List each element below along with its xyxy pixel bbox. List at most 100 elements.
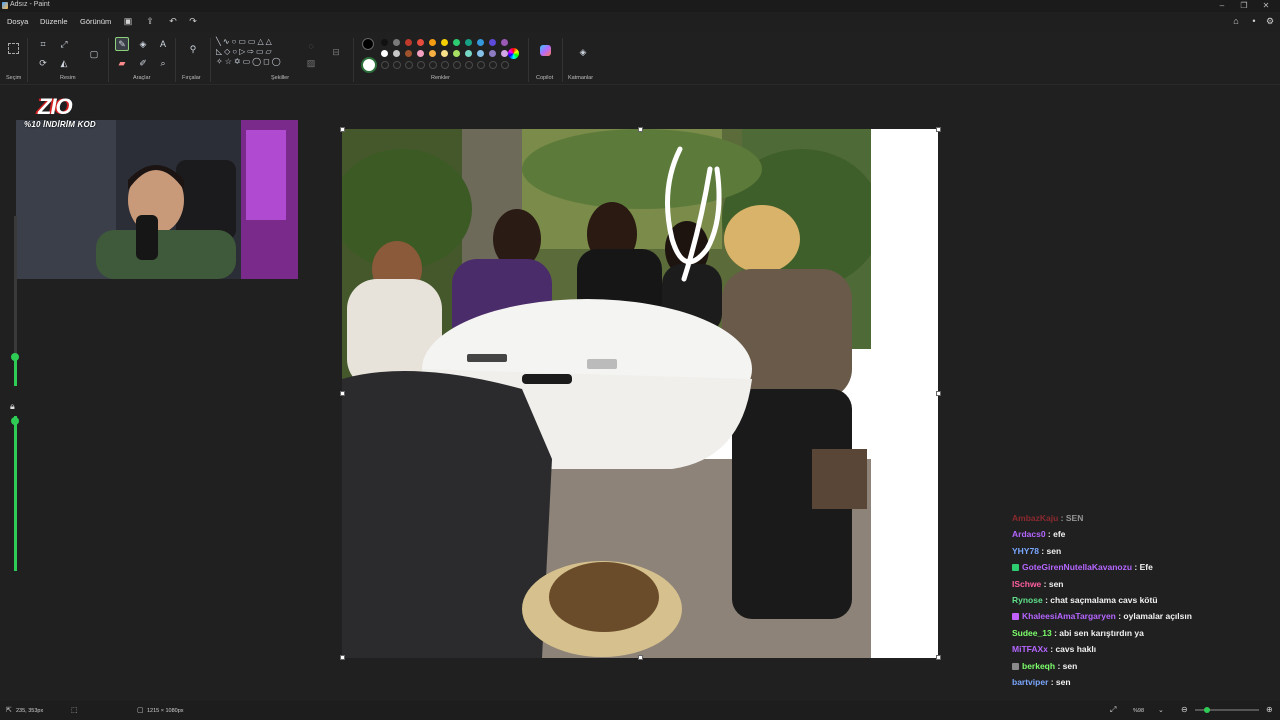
layers-icon[interactable]: ◈	[577, 46, 589, 58]
color-swatch[interactable]	[441, 39, 448, 46]
pencil-icon[interactable]: ✎	[115, 37, 129, 51]
level-slider[interactable]	[14, 416, 17, 571]
account-icon[interactable]: •	[1248, 16, 1260, 26]
custom-color-slot[interactable]	[429, 61, 437, 69]
chat-username[interactable]: Rynose	[1012, 595, 1043, 605]
color-swatch[interactable]	[381, 39, 388, 46]
fill-icon[interactable]: ◈	[137, 38, 149, 50]
pasted-photo[interactable]	[342, 129, 871, 658]
custom-color-slot[interactable]	[393, 61, 401, 69]
chat-username[interactable]: ISchwe	[1012, 579, 1041, 589]
fit-to-window-icon[interactable]: ⤢	[1110, 705, 1116, 715]
custom-color-slot[interactable]	[441, 61, 449, 69]
color-swatch[interactable]	[441, 50, 448, 57]
color-swatch[interactable]	[489, 39, 496, 46]
feedback-icon[interactable]: ⌂	[1230, 16, 1242, 26]
resize-handle[interactable]	[936, 127, 941, 132]
custom-color-slot[interactable]	[405, 61, 413, 69]
resize-icon[interactable]: ⤢	[58, 38, 70, 50]
color-swatch[interactable]	[453, 50, 460, 57]
crop-icon[interactable]: ⌗	[37, 38, 49, 50]
shape-fill-icon[interactable]: ▨	[305, 57, 317, 69]
primary-color-swatch[interactable]	[362, 38, 374, 50]
maximize-icon[interactable]: ❐	[1234, 0, 1254, 12]
resize-handle[interactable]	[638, 655, 643, 660]
color-swatch[interactable]	[501, 50, 508, 57]
minimize-icon[interactable]: –	[1212, 0, 1232, 12]
color-swatch[interactable]	[393, 39, 400, 46]
zoom-in-icon[interactable]: ⊕	[1266, 705, 1273, 714]
brush-icon[interactable]: ⚲	[187, 43, 199, 55]
selection-icon[interactable]	[8, 43, 19, 54]
custom-color-slot[interactable]	[477, 61, 485, 69]
image-select-icon[interactable]: ▢	[88, 48, 100, 60]
volume-slider-knob[interactable]	[11, 353, 19, 361]
chat-username[interactable]: berkeqh	[1022, 661, 1055, 671]
color-swatch[interactable]	[501, 39, 508, 46]
close-icon[interactable]: ✕	[1256, 0, 1276, 12]
custom-color-slot[interactable]	[489, 61, 497, 69]
custom-color-slot[interactable]	[501, 61, 509, 69]
secondary-color-swatch[interactable]	[361, 57, 377, 73]
chat-username[interactable]: Ardacs0	[1012, 529, 1046, 539]
color-swatch[interactable]	[429, 39, 436, 46]
custom-color-slot[interactable]	[453, 61, 461, 69]
eraser-icon[interactable]: ▰	[116, 57, 128, 69]
color-swatch[interactable]	[465, 39, 472, 46]
resize-handle[interactable]	[936, 391, 941, 396]
edit-colors-icon[interactable]	[508, 48, 519, 59]
shapes-gallery[interactable]: ╲∿○▭▭△△ ◺◇○▷⇨▭▱ ✧☆✡▭◯◻◯	[216, 37, 296, 77]
rotate-icon[interactable]: ⟳	[37, 57, 49, 69]
resize-handle[interactable]	[638, 127, 643, 132]
zoom-slider-knob[interactable]	[1204, 707, 1210, 713]
magnifier-icon[interactable]: ⌕	[157, 57, 169, 69]
custom-color-slot[interactable]	[381, 61, 389, 69]
resize-handle[interactable]	[936, 655, 941, 660]
flip-icon[interactable]: ◭	[58, 57, 70, 69]
outline-icon[interactable]: ◌	[305, 40, 317, 52]
text-icon[interactable]: A	[157, 38, 169, 50]
color-swatch[interactable]	[393, 50, 400, 57]
chat-username[interactable]: AmbazKaju	[1012, 513, 1058, 523]
color-swatch[interactable]	[489, 50, 496, 57]
zoom-level[interactable]: %98	[1133, 708, 1144, 714]
resize-handle[interactable]	[340, 391, 345, 396]
menu-view[interactable]: Görünüm	[80, 17, 111, 26]
custom-color-slot[interactable]	[465, 61, 473, 69]
menu-file[interactable]: Dosya	[7, 17, 28, 26]
zoom-out-icon[interactable]: ⊖	[1181, 705, 1188, 714]
shape-size-icon[interactable]: ⊟	[330, 46, 342, 58]
color-swatch[interactable]	[477, 50, 484, 57]
color-swatch[interactable]	[381, 50, 388, 57]
settings-icon[interactable]: ⚙	[1264, 16, 1276, 27]
undo-icon[interactable]: ↶	[167, 16, 179, 27]
chat-message: MiTFAXx : cavs haklı	[1012, 644, 1096, 654]
color-swatch[interactable]	[453, 39, 460, 46]
menu-edit[interactable]: Düzenle	[40, 17, 68, 26]
color-swatch[interactable]	[417, 50, 424, 57]
color-picker-icon[interactable]: ✐	[137, 57, 149, 69]
share-icon[interactable]: ⇪	[144, 16, 156, 27]
chat-username[interactable]: YHY78	[1012, 546, 1039, 556]
redo-icon[interactable]: ↷	[187, 16, 199, 27]
custom-color-slot[interactable]	[417, 61, 425, 69]
chat-username[interactable]: bartviper	[1012, 677, 1048, 687]
zoom-slider[interactable]	[1195, 707, 1259, 713]
chat-username[interactable]: KhaleesiAmaTargaryen	[1022, 611, 1116, 621]
chevron-down-icon[interactable]: ⌄	[1158, 706, 1164, 714]
copilot-icon[interactable]	[540, 45, 551, 56]
color-swatch[interactable]	[465, 50, 472, 57]
color-swatch[interactable]	[405, 39, 412, 46]
resize-handle[interactable]	[340, 127, 345, 132]
chat-username[interactable]: MiTFAXx	[1012, 644, 1048, 654]
color-swatch[interactable]	[477, 39, 484, 46]
level-slider-knob[interactable]	[11, 417, 19, 425]
group-label-colors: Renkler	[431, 75, 450, 81]
chat-username[interactable]: GoteGirenNutellaKavanozu	[1022, 562, 1132, 572]
save-icon[interactable]: ▣	[122, 16, 134, 27]
chat-username[interactable]: Sudee_13	[1012, 628, 1052, 638]
resize-handle[interactable]	[340, 655, 345, 660]
color-swatch[interactable]	[405, 50, 412, 57]
color-swatch[interactable]	[429, 50, 436, 57]
color-swatch[interactable]	[417, 39, 424, 46]
